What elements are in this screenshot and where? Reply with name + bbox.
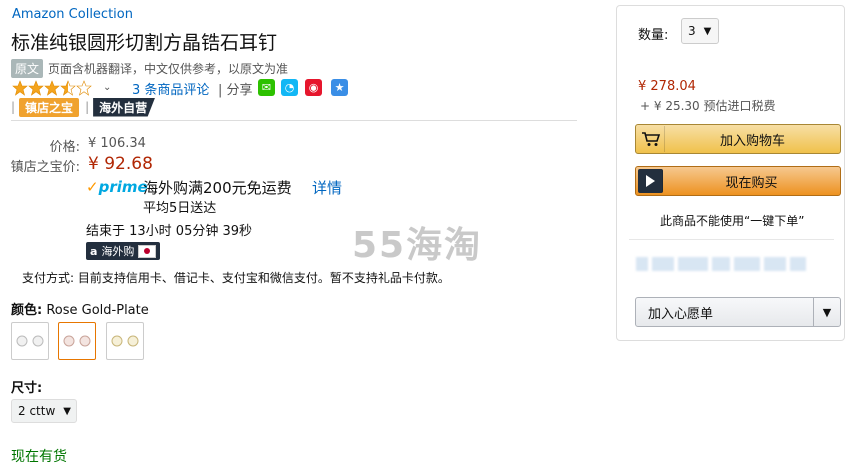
brand-link[interactable]: Amazon Collection (12, 7, 133, 22)
prime-detail-link[interactable]: 详情 (312, 177, 342, 198)
delivery-estimate: 平均5日送达 (143, 201, 217, 216)
product-title: 标准纯银圆形切割方晶锆石耳钉 (11, 32, 278, 54)
badge-separator: | (85, 100, 90, 114)
store-treasure-badge[interactable]: 镇店之宝 (19, 97, 80, 117)
add-to-cart-label: 加入购物车 (719, 133, 785, 149)
qq-icon[interactable]: ◔ (281, 79, 298, 96)
badge-row: | 镇店之宝 | 海外自营 (11, 97, 156, 117)
list-price: ¥ 106.34 (88, 136, 146, 151)
list-price-label: 价格: (49, 140, 80, 155)
amazon-a-icon: a (90, 244, 98, 258)
watermark: 55海淘 (352, 225, 483, 266)
haiwai-tag: a 海外购 (86, 242, 161, 260)
deal-price-label: 镇店之宝价: (10, 160, 80, 175)
review-link[interactable]: 3 条商品评论 (132, 79, 209, 98)
add-to-cart-button[interactable]: 加入购物车 (635, 124, 841, 154)
divider (11, 120, 577, 121)
empty-star-icon (76, 80, 92, 96)
dropdown-caret-icon: ▼ (63, 405, 71, 417)
star-rating[interactable] (12, 80, 92, 96)
no-oneclick-note: 此商品不能使用“一键下单” (660, 214, 805, 228)
deal-countdown: 结束于 13小时 05分钟 39秒 (86, 224, 253, 239)
prime-shipping-text: 海外购满200元免运费 (143, 179, 292, 197)
rating-dropdown-icon[interactable]: ⌄ (103, 82, 111, 93)
color-swatch-rose-gold[interactable] (58, 322, 96, 360)
color-swatch-gold[interactable] (106, 322, 144, 360)
original-text-tag[interactable]: 原文 (11, 59, 44, 78)
buy-now-button[interactable]: 现在购买 (635, 166, 841, 196)
import-tax: + ¥ 25.30 预估进口税费 (640, 99, 776, 113)
wishlist-label: 加入心愿单 (648, 306, 714, 322)
share-label: | 分享 (218, 83, 253, 98)
wechat-icon[interactable]: ✉ (258, 79, 275, 96)
quantity-select[interactable]: 3 ▼ (681, 18, 719, 44)
size-label: 尺寸: (11, 381, 43, 396)
star-icon (28, 80, 44, 96)
color-swatch-silver[interactable] (11, 322, 49, 360)
japan-flag-icon (138, 244, 157, 258)
quantity-value: 3 (688, 24, 696, 38)
total-price: ¥ 278.04 (638, 79, 696, 94)
prime-logo: ✓prime (86, 178, 148, 196)
star-icon (12, 80, 28, 96)
half-star-icon (60, 80, 76, 96)
blurred-address (636, 257, 836, 273)
quantity-label: 数量: (638, 28, 669, 43)
qzone-icon[interactable]: ★ (331, 79, 348, 96)
stock-status: 现在有货 (11, 449, 67, 465)
earring-image (16, 335, 44, 347)
earring-image (111, 335, 139, 347)
star-icon (44, 80, 60, 96)
size-value: 2 cttw (18, 404, 56, 418)
badge-separator: | (11, 100, 16, 114)
weibo-icon[interactable]: ◉ (305, 79, 322, 96)
chevron-down-icon[interactable]: ▼ (813, 298, 840, 326)
earring-image (63, 335, 91, 347)
play-icon (638, 169, 663, 193)
payment-info: 支付方式: 目前支持信用卡、借记卡、支付宝和微信支付。暂不支持礼品卡付款。 (22, 271, 450, 285)
add-to-wishlist-button[interactable]: 加入心愿单 ▼ (635, 297, 841, 327)
color-value: Rose Gold-Plate (46, 303, 149, 318)
color-selector-label: 颜色: Rose Gold-Plate (11, 303, 149, 318)
dropdown-caret-icon: ▼ (703, 25, 712, 37)
size-select[interactable]: 2 cttw ▼ (11, 399, 77, 423)
check-icon: ✓ (86, 178, 99, 196)
cart-icon (638, 126, 665, 152)
haiwai-tag-label: 海外购 (101, 245, 135, 258)
buy-now-label: 现在购买 (725, 175, 778, 191)
overseas-badge[interactable]: 海外自营 (93, 97, 156, 117)
translation-note: 页面含机器翻译，中文仅供参考，以原文为准 (48, 62, 289, 76)
divider (629, 239, 834, 240)
deal-price: ¥ 92.68 (88, 154, 153, 174)
